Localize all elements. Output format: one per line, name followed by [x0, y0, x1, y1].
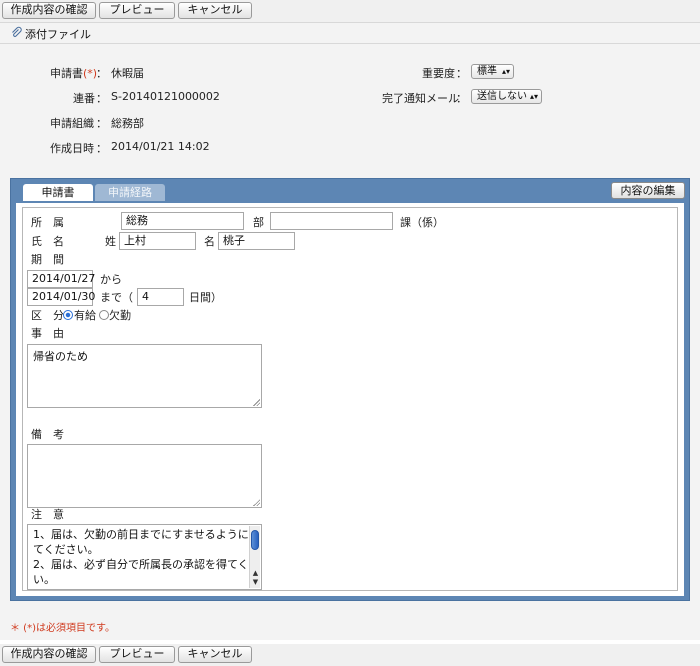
absence-radio[interactable] — [99, 310, 109, 320]
notify-select[interactable]: 送信しない ▴▾ — [471, 89, 542, 104]
priority-select[interactable]: 標準 ▴▾ — [471, 64, 514, 79]
top-toolbar: 作成内容の確認 プレビュー キャンセル — [0, 0, 700, 22]
notes-textarea[interactable]: 1、届は、欠勤の前日までにすませるようにし てください。 2、届は、必ず自分で所… — [27, 524, 262, 590]
form-panel: 申請書 申請経路 内容の編集 所 属 総務 部 課（係） 氏 名 姓 上村 名 … — [10, 178, 690, 601]
notify-label: 完了通知メール — [382, 92, 459, 105]
panel-content: 所 属 総務 部 課（係） 氏 名 姓 上村 名 桃子 期 間 2014/01/… — [16, 203, 684, 596]
remarks-label: 備 考 — [31, 428, 64, 441]
department-input[interactable]: 総務 — [121, 212, 244, 230]
period-label: 期 間 — [31, 253, 64, 266]
serial-value: S-20140121000002 — [111, 90, 220, 103]
colon: ： — [456, 92, 467, 105]
name-label: 氏 名 — [31, 235, 64, 248]
section-input[interactable] — [270, 212, 393, 230]
days-suffix: 日間） — [189, 291, 222, 304]
reason-label: 事 由 — [31, 327, 64, 340]
org-value: 総務部 — [111, 117, 144, 130]
start-date-input[interactable]: 2014/01/27 — [27, 270, 95, 288]
edit-content-button[interactable]: 内容の編集 — [611, 182, 685, 199]
days-input[interactable]: 4 — [137, 288, 184, 306]
reason-textarea[interactable]: 帰省のため — [27, 344, 262, 408]
paid-leave-radio[interactable] — [63, 310, 73, 320]
serial-label: 連番 — [73, 92, 95, 105]
created-label: 作成日時 — [50, 142, 94, 155]
attachment-bar: 添付ファイル — [0, 22, 700, 44]
colon: ： — [456, 67, 467, 80]
first-name-input[interactable]: 桃子 — [218, 232, 295, 250]
absence-label: 欠勤 — [109, 309, 131, 322]
created-value: 2014/01/21 14:02 — [111, 140, 210, 153]
paperclip-icon — [10, 26, 22, 41]
from-label: から — [100, 273, 122, 286]
resize-grip-icon[interactable] — [253, 399, 260, 406]
attach-file-label: 添付ファイル — [25, 27, 91, 41]
updown-arrow-icon: ▴▾ — [529, 92, 538, 101]
application-value: 休暇届 — [111, 67, 144, 80]
notes-line: 2、届は、必ず自分で所属長の承認を得てくださ — [33, 558, 262, 571]
org-label: 申請組織 — [50, 117, 94, 130]
tab-application-form[interactable]: 申請書 — [23, 184, 93, 201]
resize-grip-icon[interactable] — [253, 499, 260, 506]
last-name-label: 姓 — [105, 235, 116, 248]
notes-line: てください。 — [33, 543, 99, 556]
bottom-toolbar: 作成内容の確認 プレビュー キャンセル — [0, 644, 700, 666]
scrollbar-thumb[interactable] — [251, 530, 259, 550]
remarks-textarea[interactable] — [27, 444, 262, 508]
priority-label: 重要度 — [422, 67, 455, 80]
application-label: 申請書(*) — [50, 67, 98, 80]
end-date-input[interactable]: 2014/01/30 — [27, 288, 95, 306]
cancel-button[interactable]: キャンセル — [178, 2, 252, 19]
notes-scrollbar[interactable]: ▲ ▼ — [249, 526, 260, 588]
last-name-input[interactable]: 上村 — [119, 232, 196, 250]
cancel-button[interactable]: キャンセル — [178, 646, 252, 663]
preview-button[interactable]: プレビュー — [99, 646, 175, 663]
first-name-label: 名 — [204, 235, 215, 248]
application-form: 所 属 総務 部 課（係） 氏 名 姓 上村 名 桃子 期 間 2014/01/… — [22, 207, 678, 591]
affiliation-label: 所 属 — [31, 216, 64, 229]
colon: ： — [96, 92, 107, 105]
notes-line: い。 — [33, 573, 55, 586]
notes-label: 注 意 — [31, 508, 64, 521]
section-suffix: 課（係） — [400, 216, 444, 229]
confirm-button[interactable]: 作成内容の確認 — [2, 646, 96, 663]
tab-approval-route[interactable]: 申請経路 — [95, 184, 165, 201]
colon: ： — [96, 67, 107, 80]
colon: ： — [96, 117, 107, 130]
department-suffix: 部 — [253, 216, 264, 229]
until-label: まで（ — [100, 291, 133, 304]
required-note: ＊ (*)は必須項目です。 — [10, 623, 115, 634]
scroll-up-arrow-icon[interactable]: ▲ — [250, 569, 261, 578]
kind-label: 区 分 — [31, 309, 64, 322]
attach-file-button[interactable]: 添付ファイル — [6, 25, 97, 42]
notes-line: 1、届は、欠勤の前日までにすませるようにし — [33, 528, 260, 541]
updown-arrow-icon: ▴▾ — [501, 67, 510, 76]
preview-button[interactable]: プレビュー — [99, 2, 175, 19]
confirm-button[interactable]: 作成内容の確認 — [2, 2, 96, 19]
paid-leave-label: 有給 — [74, 309, 96, 322]
colon: ： — [96, 142, 107, 155]
scroll-down-arrow-icon[interactable]: ▼ — [250, 578, 261, 587]
